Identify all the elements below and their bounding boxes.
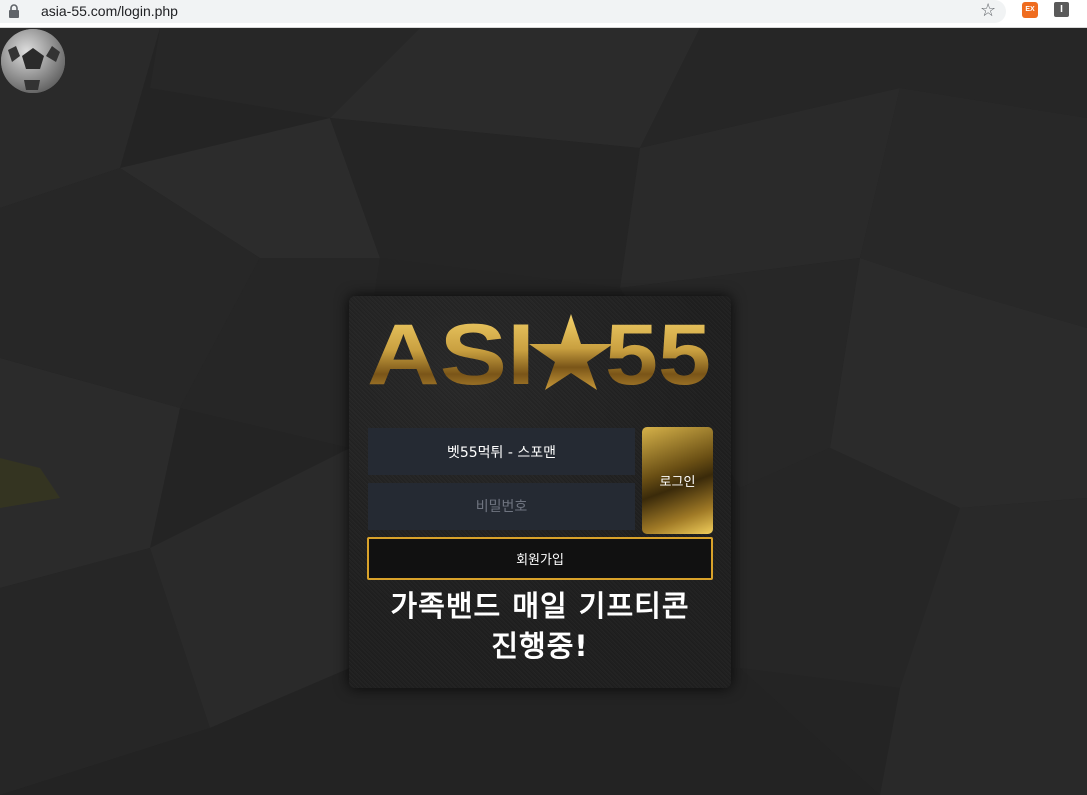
logo-text-left: ASI [367,312,535,392]
login-card: ASI 55 로그인 회원가입 가족밴드 매일 기프티콘 진행중! [349,296,731,688]
extension-icon[interactable]: I [1054,2,1069,17]
extension-icon[interactable]: EX [1022,2,1038,18]
username-input[interactable] [368,428,635,475]
signup-button[interactable]: 회원가입 [367,537,713,580]
bookmark-star-icon[interactable]: ☆ [980,1,996,21]
star-icon [529,314,613,390]
promo-line-1: 가족밴드 매일 기프티콘 [390,589,690,623]
promo-banner: 가족밴드 매일 기프티콘 진행중! [349,586,731,666]
address-bar[interactable]: asia-55.com/login.php [0,0,1006,23]
browser-toolbar: asia-55.com/login.php ☆ EX I [0,0,1087,28]
lock-icon [9,4,19,18]
promo-line-2: 진행중! [491,629,589,663]
logo-text-right: 55 [605,312,711,392]
password-input[interactable] [368,483,635,530]
site-logo: ASI 55 [367,312,711,392]
soccer-ball-icon [1,29,65,93]
url-text[interactable]: asia-55.com/login.php [41,2,178,20]
login-button[interactable]: 로그인 [642,427,713,534]
